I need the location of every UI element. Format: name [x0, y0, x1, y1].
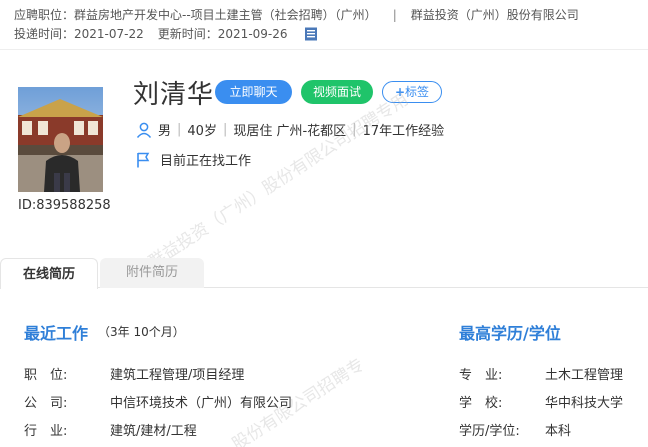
header-separator: | — [392, 8, 397, 22]
education-title: 最高学历/学位 — [459, 324, 561, 343]
person-icon — [136, 122, 152, 138]
gender: 男 — [158, 124, 172, 139]
divider: | — [222, 122, 228, 137]
user-id: ID:839588258 — [18, 198, 111, 213]
tab-attachment-resume[interactable]: 附件简历 — [100, 258, 204, 288]
work-experience: 17年工作经验 — [362, 124, 445, 139]
edu-degree-label: 学历/学位: — [459, 424, 520, 439]
edu-major-label: 专 业: — [459, 368, 503, 383]
watermark: 群益投资（广州）股份有限公司招聘专用 — [144, 89, 413, 273]
applied-position-label: 应聘职位： — [14, 8, 75, 22]
residence: 现居住 广州-花都区 — [233, 124, 347, 139]
edu-school-value: 华中科技大学 — [545, 396, 624, 411]
job-status: 目前正在找工作 — [136, 150, 251, 169]
company-name: 群益投资（广州）股份有限公司 — [410, 8, 579, 22]
update-label: 更新时间： — [157, 27, 218, 41]
submit-label: 投递时间： — [14, 27, 75, 41]
resume-tabs: 在线简历 附件简历 — [0, 258, 648, 289]
edu-school-label: 学 校: — [459, 396, 503, 411]
dates-line: 投递时间： 2021-07-22 更新时间： 2021-09-26 — [14, 25, 318, 42]
work-position-label: 职 位: — [24, 368, 68, 383]
document-icon[interactable] — [304, 27, 318, 41]
flag-icon — [136, 152, 150, 168]
recent-work-title: 最近工作 — [24, 324, 89, 343]
recent-work-duration: （3年 10个月） — [98, 325, 185, 339]
application-header: 应聘职位：群益房地产开发中心--项目土建主管（社会招聘）（广州） | 群益投资（广州… — [0, 0, 648, 50]
tag-button-label: 标签 — [405, 85, 430, 99]
applied-position[interactable]: 群益房地产开发中心--项目土建主管（社会招聘）（广州） — [74, 8, 377, 22]
work-company-value: 中信环境技术（广州）有限公司 — [110, 396, 293, 411]
basic-info: 男 | 40岁 | 现居住 广州-花都区 | 17年工作经验 — [136, 120, 444, 139]
plus-icon: + — [394, 85, 406, 99]
job-status-text: 目前正在找工作 — [160, 154, 252, 169]
age: 40岁 — [187, 124, 217, 139]
work-industry-label: 行 业: — [24, 424, 68, 439]
edu-degree-value: 本科 — [545, 424, 572, 439]
update-date: 2021-09-26 — [217, 26, 288, 41]
video-interview-button[interactable]: 视频面试 — [301, 80, 373, 104]
add-tag-button[interactable]: +标签 — [382, 81, 442, 103]
candidate-name: 刘清华 — [133, 80, 215, 110]
work-industry-value: 建筑/建材/工程 — [110, 424, 197, 439]
avatar — [18, 87, 103, 192]
tab-online-resume[interactable]: 在线简历 — [0, 258, 98, 289]
edu-major-value: 土木工程管理 — [545, 368, 624, 383]
chat-now-button[interactable]: 立即聊天 — [215, 80, 292, 104]
submit-date: 2021-07-22 — [74, 26, 144, 41]
work-company-label: 公 司: — [24, 396, 68, 411]
divider: | — [177, 122, 182, 137]
work-position-value: 建筑工程管理/项目经理 — [110, 368, 245, 383]
divider: | — [352, 122, 357, 137]
applied-position-line: 应聘职位：群益房地产开发中心--项目土建主管（社会招聘）（广州） | 群益投资（广州… — [14, 6, 579, 23]
